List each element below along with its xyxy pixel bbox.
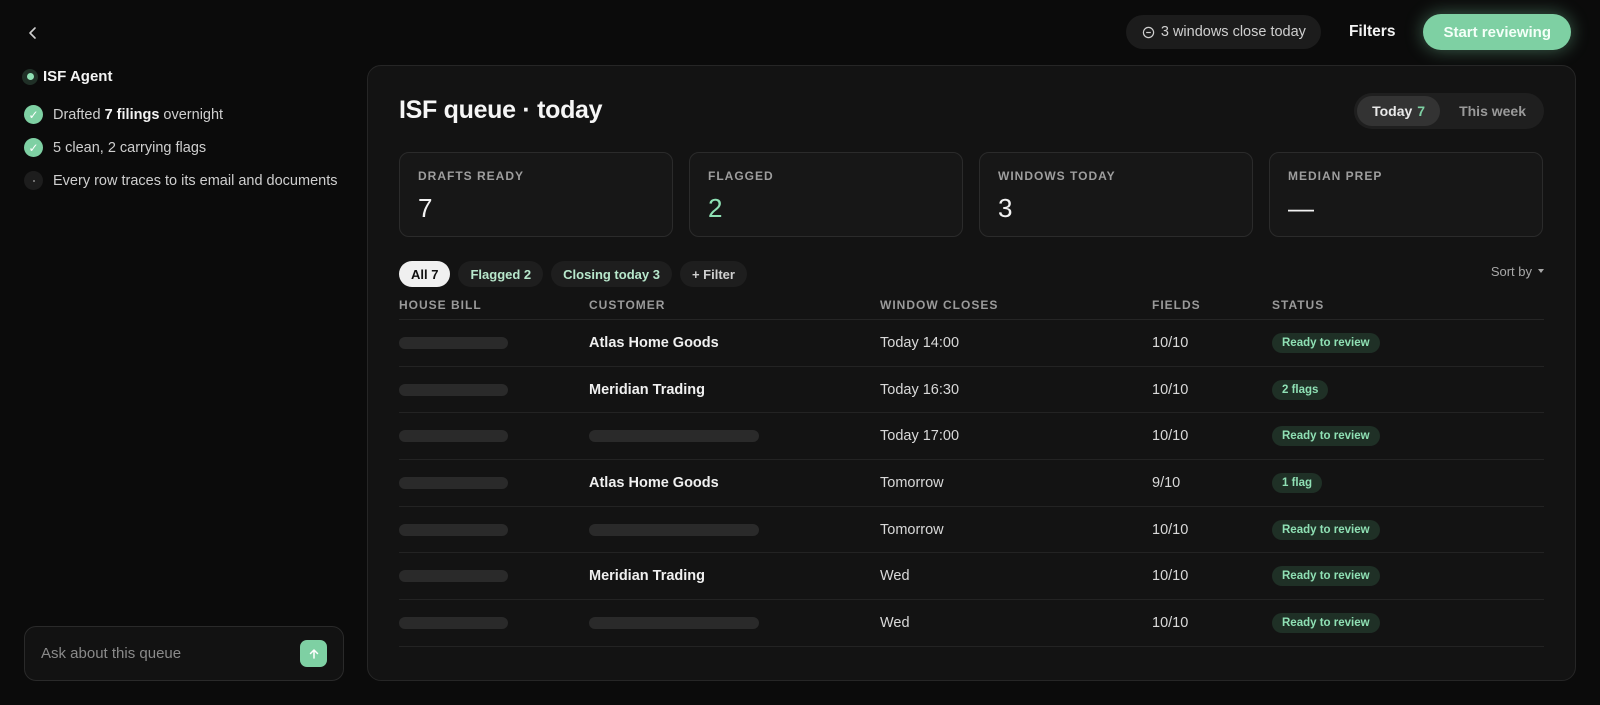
topbar-actions: 3 windows close today Filters Start revi… — [1125, 14, 1571, 50]
status-badge: 1 flag — [1272, 472, 1323, 493]
chip-all[interactable]: All 7 — [399, 261, 451, 287]
table-row[interactable]: Meridian Trading Today 16:30 10/10 2 fla… — [399, 367, 1544, 414]
chip-closing-today[interactable]: Closing today 3 — [551, 261, 672, 287]
stat-windows-today: WINDOWS TODAY 3 — [979, 152, 1253, 237]
window-cell: Tomorrow — [880, 521, 944, 538]
fields-cell: 10/10 — [1152, 428, 1189, 445]
window-cell: Today 14:00 — [880, 334, 960, 351]
status-badge: Ready to review — [1272, 426, 1380, 447]
range-today[interactable]: Today 7 — [1357, 96, 1441, 126]
range-toggle: Today 7 This week — [1354, 93, 1544, 129]
col-fields[interactable]: FIELDS — [1152, 298, 1272, 312]
status-badge: Ready to review — [1272, 519, 1380, 540]
sort-by-button[interactable]: Sort by — [1491, 264, 1544, 279]
fields-cell: 10/10 — [1152, 381, 1189, 398]
filter-chips: All 7 Flagged 2 Closing today 3 + Filter — [399, 261, 747, 287]
queue-table: HOUSE BILL CUSTOMER WINDOW CLOSES FIELDS… — [399, 291, 1544, 647]
stat-flagged: FLAGGED 2 — [689, 152, 963, 237]
house-bill-placeholder — [399, 616, 508, 629]
ask-input[interactable] — [41, 645, 281, 662]
house-bill-placeholder — [399, 523, 508, 536]
chip-flagged[interactable]: Flagged 2 — [458, 261, 544, 287]
step-text: Drafted 7 filings overnight — [53, 106, 224, 123]
ask-input-box — [24, 626, 344, 681]
status-badge: Ready to review — [1272, 566, 1380, 587]
arrow-up-icon — [309, 648, 318, 659]
col-status[interactable]: STATUS — [1272, 298, 1544, 312]
window-cell: Today 17:00 — [880, 428, 960, 445]
fields-cell: 10/10 — [1152, 521, 1189, 538]
table-row[interactable]: Wed 10/10 Ready to review — [399, 600, 1544, 647]
col-house-bill[interactable]: HOUSE BILL — [399, 298, 589, 312]
add-filter-button[interactable]: + Filter — [679, 261, 747, 287]
page-title: ISF queue · today — [399, 96, 603, 124]
stats-row: DRAFTS READY 7 FLAGGED 2 WINDOWS TODAY 3… — [399, 152, 1543, 237]
chevron-left-icon — [29, 27, 36, 39]
customer-cell: Meridian Trading — [589, 381, 706, 398]
table-row[interactable]: Atlas Home Goods Tomorrow 9/10 1 flag — [399, 460, 1544, 507]
window-cell: Wed — [880, 568, 910, 585]
customer-placeholder — [589, 523, 759, 536]
step-item: ✓ Drafted 7 filings overnight — [24, 98, 337, 131]
start-reviewing-button[interactable]: Start reviewing — [1423, 14, 1571, 50]
agent-status-icon — [22, 68, 38, 85]
window-cell: Tomorrow — [880, 474, 944, 491]
fields-cell: 10/10 — [1152, 334, 1189, 351]
customer-placeholder — [589, 616, 759, 629]
window-cell: Today 16:30 — [880, 381, 960, 398]
step-text: Every row traces to its email and docume… — [53, 172, 338, 189]
fields-cell: 9/10 — [1152, 474, 1181, 491]
agent-name: ISF Agent — [43, 68, 113, 85]
table-row[interactable]: Today 17:00 10/10 Ready to review — [399, 413, 1544, 461]
windows-closing-text: 3 windows close today — [1160, 24, 1306, 40]
step-item: Every row traces to its email and docume… — [24, 164, 337, 197]
step-text: 5 clean, 2 carrying flags — [53, 139, 207, 156]
customer-cell: Atlas Home Goods — [589, 334, 719, 351]
send-button[interactable] — [300, 640, 327, 667]
filters-button[interactable]: Filters — [1331, 15, 1414, 49]
table-row[interactable]: Atlas Home Goods Today 14:00 10/10 Ready… — [399, 320, 1544, 367]
table-row[interactable]: Tomorrow 10/10 Ready to review — [399, 507, 1544, 554]
customer-placeholder — [589, 430, 759, 443]
windows-closing-pill: 3 windows close today — [1125, 15, 1321, 49]
status-badge: 2 flags — [1272, 379, 1329, 400]
check-icon: ✓ — [24, 138, 43, 157]
pending-dot-icon — [24, 171, 43, 190]
status-badge: Ready to review — [1272, 612, 1380, 633]
agent-header: ISF Agent — [22, 68, 112, 85]
fields-cell: 10/10 — [1152, 568, 1189, 585]
stat-median-prep: MEDIAN PREP — — [1269, 152, 1543, 237]
window-cell: Wed — [880, 614, 910, 631]
agent-steps: ✓ Drafted 7 filings overnight ✓ 5 clean,… — [24, 98, 337, 197]
customer-cell: Atlas Home Goods — [589, 474, 719, 491]
house-bill-placeholder — [399, 336, 508, 349]
check-icon: ✓ — [24, 105, 43, 124]
col-customer[interactable]: CUSTOMER — [589, 298, 880, 312]
caret-down-icon — [1538, 269, 1544, 273]
table-row[interactable]: Meridian Trading Wed 10/10 Ready to revi… — [399, 553, 1544, 601]
back-button[interactable] — [20, 20, 46, 46]
house-bill-placeholder — [399, 476, 508, 489]
house-bill-placeholder — [399, 570, 508, 583]
range-this-week[interactable]: This week — [1444, 96, 1541, 126]
sort-by-label: Sort by — [1490, 264, 1532, 279]
house-bill-placeholder — [399, 430, 508, 443]
step-item: ✓ 5 clean, 2 carrying flags — [24, 131, 337, 164]
house-bill-placeholder — [399, 383, 508, 396]
queue-panel: ISF queue · today Today 7 This week DRAFT… — [367, 65, 1576, 681]
table-header: HOUSE BILL CUSTOMER WINDOW CLOSES FIELDS… — [399, 291, 1544, 320]
stat-drafts-ready: DRAFTS READY 7 — [399, 152, 673, 237]
col-window-closes[interactable]: WINDOW CLOSES — [880, 298, 1152, 312]
status-badge: Ready to review — [1272, 332, 1380, 353]
customer-cell: Meridian Trading — [589, 568, 706, 585]
clock-icon — [1142, 26, 1155, 38]
fields-cell: 10/10 — [1152, 614, 1189, 631]
